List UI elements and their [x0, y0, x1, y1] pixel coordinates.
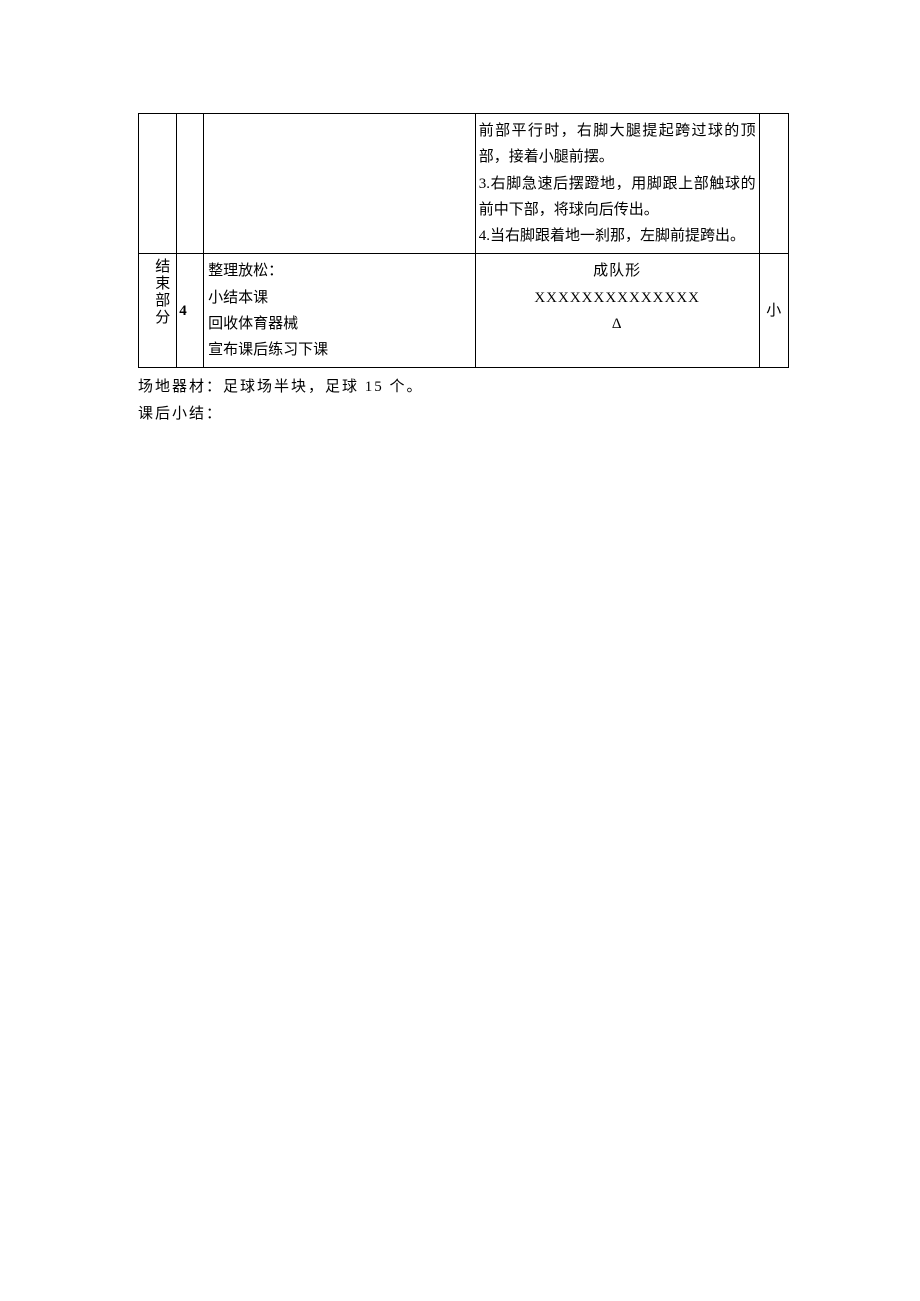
last-cell [759, 114, 788, 254]
org-line: 成队形 [480, 258, 755, 284]
content-cell [204, 114, 476, 254]
number-cell [177, 114, 204, 254]
content-line: 小结本课 [208, 285, 471, 311]
equipment-value: 足球场半块，足球 15 个。 [223, 379, 424, 395]
table-row: 结束部分 4 整理放松： 小结本课 回收体育器械 宣布课后练习下课 成队形 XX… [139, 254, 789, 368]
number-value: 4 [179, 303, 187, 319]
content-line: 整理放松： [208, 258, 471, 284]
footer-section: 场地器材：足球场半块，足球 15 个。 课后小结： [138, 374, 789, 427]
last-cell: 小 [759, 254, 788, 368]
equipment-label: 场地器材： [138, 379, 223, 395]
org-line: 3.右脚急速后摆蹬地，用脚跟上部触球的前中下部，将球向后传出。 [479, 171, 756, 224]
section-label: 结束部分 [153, 258, 169, 326]
org-line: XXXXXXXXXXXXXX [480, 285, 755, 311]
org-line: 前部平行时，右脚大腿提起跨过球的顶部，接着小腿前摆。 [479, 118, 756, 171]
content-line: 宣布课后练习下课 [208, 337, 471, 363]
section-cell: 结束部分 [139, 254, 177, 368]
table-row: 前部平行时，右脚大腿提起跨过球的顶部，接着小腿前摆。 3.右脚急速后摆蹬地，用脚… [139, 114, 789, 254]
organization-cell: 前部平行时，右脚大腿提起跨过球的顶部，接着小腿前摆。 3.右脚急速后摆蹬地，用脚… [475, 114, 759, 254]
org-line: Δ [480, 311, 755, 337]
summary-line: 课后小结： [138, 401, 789, 427]
equipment-line: 场地器材：足球场半块，足球 15 个。 [138, 374, 789, 400]
org-line: 4.当右脚跟着地一刹那，左脚前提跨出。 [479, 223, 756, 249]
content-line: 回收体育器械 [208, 311, 471, 337]
lesson-plan-table: 前部平行时，右脚大腿提起跨过球的顶部，接着小腿前摆。 3.右脚急速后摆蹬地，用脚… [138, 113, 789, 368]
content-cell: 整理放松： 小结本课 回收体育器械 宣布课后练习下课 [204, 254, 476, 368]
number-cell: 4 [177, 254, 204, 368]
summary-label: 课后小结： [138, 406, 223, 422]
section-cell [139, 114, 177, 254]
organization-cell: 成队形 XXXXXXXXXXXXXX Δ [475, 254, 759, 368]
last-value: 小 [766, 303, 781, 319]
